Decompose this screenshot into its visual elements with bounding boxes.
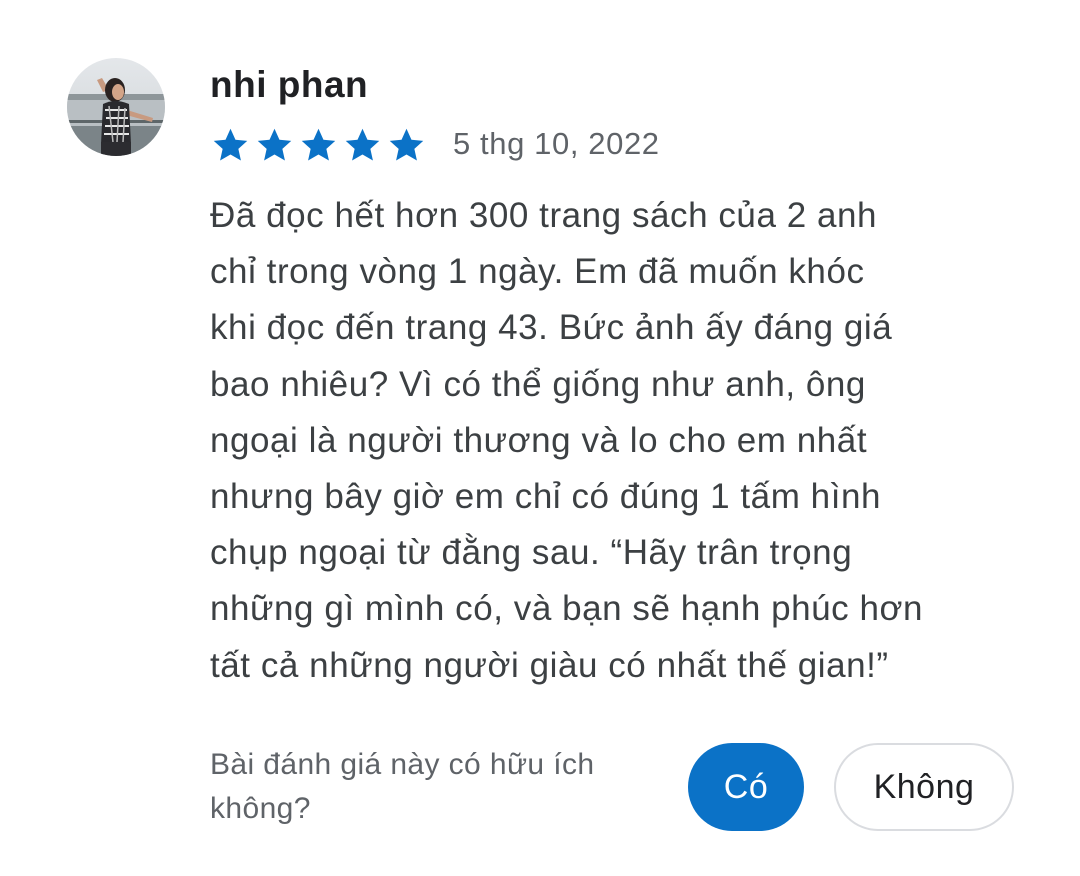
- review-date: 5 thg 10, 2022: [453, 126, 660, 161]
- review-text-line: khi đọc đến trang 43. Bức ảnh ấy đáng gi…: [210, 308, 893, 348]
- helpful-no-label: Không: [873, 767, 975, 806]
- review-text-line: bao nhiêu? Vì có thể giống như anh, ông: [210, 364, 866, 404]
- helpful-yes-button[interactable]: Có: [688, 743, 804, 831]
- review-text-line: chụp ngoại từ đằng sau. “Hãy trân trọng: [210, 533, 853, 573]
- review-text-line: tất cả những người giàu có nhất thế gian…: [210, 645, 889, 685]
- review-text-line: Đã đọc hết hơn 300 trang sách của 2 anh: [210, 196, 878, 235]
- review-text: Đã đọc hết hơn 300 trang sách của 2 anh c…: [210, 188, 1070, 694]
- review-text-line: những gì mình có, và bạn sẽ hạnh phúc hơ…: [210, 589, 924, 629]
- review-text-line: ngoại là người thương và lo cho em nhất: [210, 420, 868, 460]
- helpful-yes-label: Có: [723, 767, 769, 806]
- star-icon: [389, 128, 424, 161]
- star-icon: [301, 128, 336, 161]
- review-card: nhi phan 5 thg 10, 2022 Đã đọc hết hơn 3…: [0, 0, 1080, 876]
- star-icon: [345, 128, 380, 161]
- user-avatar[interactable]: [67, 58, 165, 156]
- star-icon: [213, 128, 248, 161]
- star-rating: [210, 124, 427, 166]
- star-icon: [257, 128, 292, 161]
- user-photo-avatar: [67, 58, 165, 156]
- helpful-no-button[interactable]: Không: [834, 743, 1014, 831]
- review-text-line: chỉ trong vòng 1 ngày. Em đã muốn khóc: [210, 252, 865, 292]
- reviewer-name: nhi phan: [210, 64, 369, 105]
- review-text-line: nhưng bây giờ em chỉ có đúng 1 tấm hình: [210, 477, 882, 517]
- helpful-question: Bài đánh giá này có hữu ích không?: [210, 748, 595, 825]
